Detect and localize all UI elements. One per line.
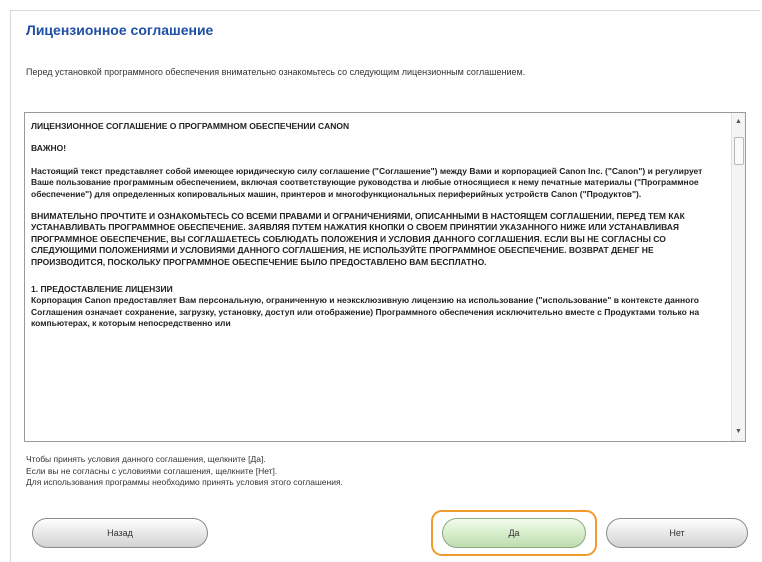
- no-button[interactable]: Нет: [606, 518, 748, 548]
- yes-button-label: Да: [508, 528, 520, 538]
- instruction-decline: Если вы не согласны с условиями соглашен…: [26, 465, 278, 476]
- instructions: Чтобы принять условия данного соглашения…: [26, 454, 343, 489]
- scroll-down-icon[interactable]: ▼: [732, 425, 745, 439]
- instruction-required: Для использования программы необходимо п…: [26, 477, 343, 488]
- license-paragraph-2: ВНИМАТЕЛЬНО ПРОЧТИТЕ И ОЗНАКОМЬТЕСЬ СО В…: [31, 211, 685, 267]
- instruction-accept: Чтобы принять условия данного соглашения…: [26, 454, 266, 464]
- back-button-label: Назад: [107, 528, 133, 538]
- intro-text: Перед установкой программного обеспечени…: [26, 67, 526, 77]
- scroll-thumb[interactable]: [734, 137, 744, 165]
- vertical-scrollbar[interactable]: ▲ ▼: [731, 113, 745, 441]
- scroll-up-icon[interactable]: ▲: [732, 115, 745, 129]
- license-content: ЛИЦЕНЗИОННОЕ СОГЛАШЕНИЕ О ПРОГРАММНОМ ОБ…: [31, 121, 727, 437]
- section-1-heading: 1. ПРЕДОСТАВЛЕНИЕ ЛИЦЕНЗИИ: [31, 284, 173, 295]
- yes-button[interactable]: Да: [442, 518, 586, 548]
- license-text-area[interactable]: ЛИЦЕНЗИОННОЕ СОГЛАШЕНИЕ О ПРОГРАММНОМ ОБ…: [24, 112, 746, 442]
- section-1-text: Корпорация Canon предоставляет Вам персо…: [31, 295, 700, 329]
- dialog-title: Лицензионное соглашение: [26, 22, 214, 38]
- license-important: ВАЖНО!: [31, 143, 67, 154]
- license-heading: ЛИЦЕНЗИОННОЕ СОГЛАШЕНИЕ О ПРОГРАММНОМ ОБ…: [31, 121, 350, 131]
- license-paragraph-1: Настоящий текст представляет собой имеющ…: [31, 165, 703, 199]
- no-button-label: Нет: [669, 528, 685, 538]
- back-button[interactable]: Назад: [32, 518, 208, 548]
